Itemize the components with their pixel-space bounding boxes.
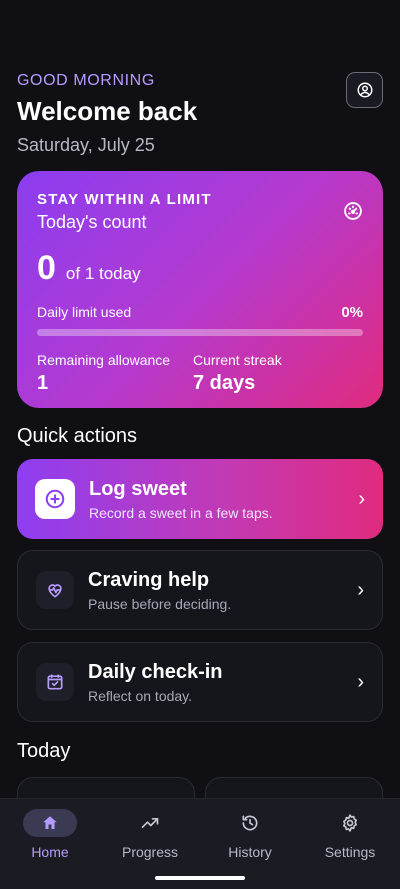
tab-label: Home <box>31 844 69 860</box>
used-label: Daily limit used <box>37 304 132 320</box>
count-value: 0 <box>37 249 56 287</box>
action-title: Log sweet <box>89 477 187 500</box>
limit-card-title: STAY WITHIN A LIMIT <box>37 191 212 208</box>
tab-progress[interactable]: Progress <box>100 809 200 860</box>
action-title: Daily check-in <box>88 660 223 683</box>
header: GOOD MORNING Welcome back Saturday, July… <box>17 72 383 156</box>
tab-label: Settings <box>324 844 376 860</box>
remaining-stat: Remaining allowance 1 <box>37 352 193 395</box>
profile-button[interactable] <box>346 72 383 108</box>
action-icon-box <box>36 571 74 609</box>
calendar-check-icon <box>47 674 63 690</box>
craving-help-button[interactable]: Craving help Pause before deciding. › <box>17 550 383 630</box>
streak-stat: Current streak 7 days <box>193 352 349 395</box>
today-title: Today <box>17 740 71 762</box>
greeting-text: GOOD MORNING <box>17 72 155 89</box>
limit-card: STAY WITHIN A LIMIT Today's count 0 of 1… <box>17 171 383 408</box>
user-circle-icon <box>357 82 372 98</box>
used-percent: 0% <box>341 304 363 321</box>
heartbeat-icon <box>48 584 62 598</box>
remaining-value: 1 <box>37 372 49 394</box>
gauge-icon <box>344 202 362 220</box>
tab-home[interactable]: Home <box>0 809 100 860</box>
trend-icon <box>141 818 159 828</box>
streak-value: 7 days <box>193 372 256 394</box>
log-sweet-button[interactable]: Log sweet Record a sweet in a few taps. … <box>17 459 383 539</box>
count-suffix: of 1 today <box>65 264 141 283</box>
tab-history[interactable]: History <box>200 809 300 860</box>
action-icon-box <box>36 663 74 701</box>
chevron-right-icon: › <box>357 578 364 601</box>
action-subtitle: Record a sweet in a few taps. <box>89 504 273 521</box>
quick-actions-title: Quick actions <box>17 425 138 447</box>
chevron-right-icon: › <box>358 487 365 510</box>
action-subtitle: Reflect on today. <box>88 687 193 704</box>
history-icon <box>242 815 258 831</box>
action-title: Craving help <box>88 568 210 591</box>
date-text: Saturday, July 25 <box>17 135 155 155</box>
home-indicator <box>155 876 245 880</box>
action-icon-box <box>35 479 75 519</box>
tab-label: History <box>228 844 272 860</box>
streak-label: Current streak <box>193 352 282 368</box>
action-subtitle: Pause before deciding. <box>88 595 232 612</box>
remaining-label: Remaining allowance <box>37 352 171 368</box>
page-title: Welcome back <box>17 96 198 126</box>
tab-settings[interactable]: Settings <box>300 809 400 860</box>
daily-checkin-button[interactable]: Daily check-in Reflect on today. › <box>17 642 383 722</box>
tab-label: Progress <box>121 844 179 860</box>
limit-card-subtitle: Today's count <box>37 212 147 232</box>
plus-circle-icon <box>45 489 65 509</box>
home-icon <box>43 816 57 829</box>
gear-icon <box>343 814 357 832</box>
limit-progress-bar <box>37 329 363 336</box>
chevron-right-icon: › <box>357 670 364 693</box>
